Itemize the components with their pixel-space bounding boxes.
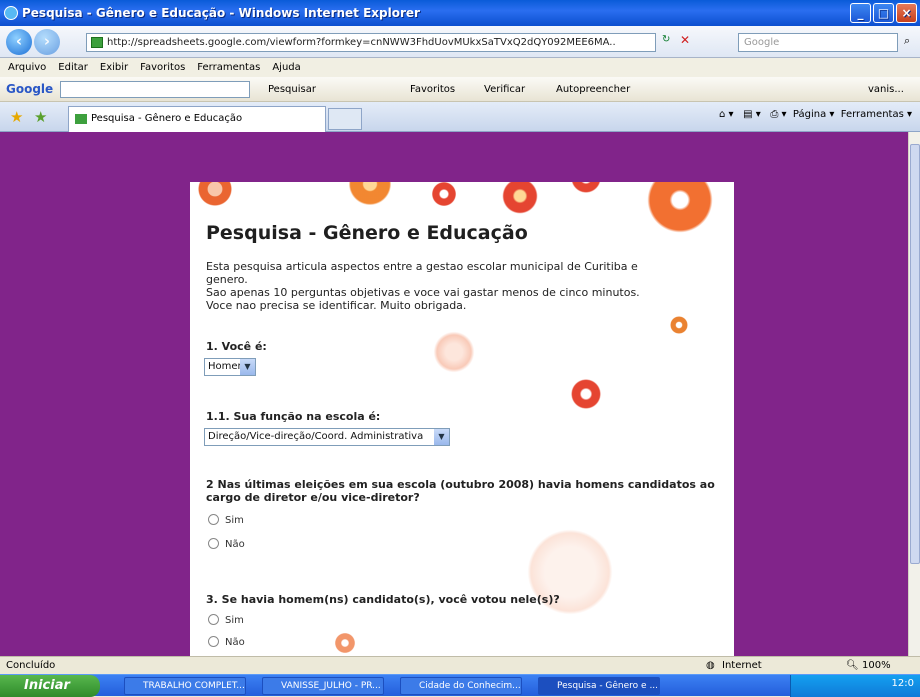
- ie-icon: [4, 6, 18, 20]
- command-bar: ⌂ ▾ ▤ ▾ ⎙ ▾ Página ▾ Ferramentas ▾: [719, 109, 912, 120]
- chevron-down-icon: ▼: [240, 359, 255, 375]
- menu-editar[interactable]: Editar: [58, 62, 88, 73]
- tools-menu[interactable]: Ferramentas: [841, 109, 904, 120]
- refresh-icon[interactable]: ↻: [662, 34, 670, 45]
- spreadsheet-favicon: [75, 114, 87, 124]
- globe-icon: ◍: [706, 660, 715, 671]
- page-icon: [91, 37, 103, 48]
- minimize-button[interactable]: _: [850, 3, 871, 23]
- feeds-icon[interactable]: ▤ ▾: [743, 109, 761, 120]
- decor-flower: [510, 512, 630, 632]
- taskbar-item[interactable]: Cidade do Conhecim...: [400, 677, 522, 695]
- forward-button[interactable]: ›: [34, 29, 60, 55]
- back-button[interactable]: ‹: [6, 29, 32, 55]
- menu-ferramentas[interactable]: Ferramentas: [197, 62, 260, 73]
- page-menu[interactable]: Página: [793, 109, 826, 120]
- question-2-option-sim[interactable]: Sim: [208, 514, 244, 528]
- decor-flower: [666, 312, 692, 338]
- menu-exibir[interactable]: Exibir: [100, 62, 128, 73]
- menu-favoritos[interactable]: Favoritos: [140, 62, 185, 73]
- form-title: Pesquisa - Gênero e Educação: [206, 222, 528, 244]
- stop-icon[interactable]: ✕: [680, 33, 690, 47]
- google-account-button[interactable]: vanis...: [868, 77, 904, 102]
- form-description: Esta pesquisa articula aspectos entre a …: [206, 260, 640, 312]
- taskbar-item[interactable]: TRABALHO COMPLET...: [124, 677, 246, 695]
- google-logo: Google: [6, 82, 54, 96]
- start-button[interactable]: Iniciar: [0, 675, 100, 697]
- menu-arquivo[interactable]: Arquivo: [8, 62, 46, 73]
- window-title: Pesquisa - Gênero e Educação - Windows I…: [22, 6, 420, 20]
- favorites-star-icon[interactable]: ★: [10, 108, 23, 126]
- decor-flower: [494, 182, 546, 222]
- question-2-option-nao[interactable]: Não: [208, 538, 245, 552]
- decor-flower: [190, 182, 240, 214]
- decor-flower: [426, 182, 462, 212]
- google-autofill-button[interactable]: Autopreencher: [556, 77, 630, 102]
- decor-flower: [340, 182, 400, 214]
- menu-bar: Arquivo Editar Exibir Favoritos Ferramentas A…: [0, 58, 920, 77]
- window-title-bar: Pesquisa - Gênero e Educação - Windows I…: [0, 0, 920, 26]
- url-field[interactable]: http://spreadsheets.google.com/viewform?…: [86, 33, 656, 52]
- zoom-level[interactable]: 100%: [862, 657, 891, 674]
- decor-flower: [330, 628, 360, 656]
- home-icon[interactable]: ⌂ ▾: [719, 109, 734, 120]
- page-viewport: Pesquisa - Gênero e Educação Esta pesqui…: [0, 132, 908, 656]
- system-tray: 12:0: [790, 675, 920, 697]
- google-favorites-button[interactable]: Favoritos: [410, 77, 455, 102]
- status-text: Concluído: [6, 660, 56, 671]
- add-favorite-icon[interactable]: ★: [34, 108, 47, 126]
- scrollbar-thumb[interactable]: [910, 144, 920, 564]
- question-1-label: 1. Você é:: [206, 340, 267, 353]
- status-bar: Concluído ◍ Internet 🔍︎ 100%: [0, 656, 920, 674]
- question-3-option-nao[interactable]: Não: [208, 636, 245, 650]
- menu-ajuda[interactable]: Ajuda: [272, 62, 300, 73]
- radio-button[interactable]: [208, 614, 219, 625]
- chevron-down-icon: ▼: [434, 429, 449, 445]
- question-1-1-label: 1.1. Sua função na escola é:: [206, 410, 381, 423]
- question-2-label: 2 Nas últimas eleições em sua escola (ou…: [206, 478, 715, 504]
- clock: 12:0: [891, 678, 914, 689]
- radio-button[interactable]: [208, 538, 219, 549]
- radio-button[interactable]: [208, 514, 219, 525]
- taskbar-item[interactable]: VANISSE_JULHO - PR...: [262, 677, 384, 695]
- vertical-scrollbar[interactable]: [908, 132, 920, 656]
- search-icon[interactable]: ⌕: [904, 34, 910, 48]
- tab-bar: ★ ★ Pesquisa - Gênero e Educação ⌂ ▾ ▤ ▾…: [0, 102, 920, 132]
- question-1-select[interactable]: Homem ▼: [204, 358, 256, 376]
- close-button[interactable]: ×: [896, 3, 917, 23]
- form-card: Pesquisa - Gênero e Educação Esta pesqui…: [190, 182, 734, 656]
- decor-flower: [634, 182, 726, 246]
- search-input[interactable]: Google: [738, 33, 898, 52]
- tab-pesquisa[interactable]: Pesquisa - Gênero e Educação: [68, 106, 326, 132]
- google-verify-button[interactable]: Verificar: [484, 77, 525, 102]
- address-bar: ‹ › http://spreadsheets.google.com/viewf…: [0, 26, 920, 58]
- question-3-label: 3. Se havia homem(ns) candidato(s), você…: [206, 593, 560, 606]
- google-toolbar: Google Pesquisar Favoritos Verificar Aut…: [0, 77, 920, 102]
- question-3-option-sim[interactable]: Sim: [208, 614, 244, 628]
- taskbar-item-active[interactable]: Pesquisa - Gênero e ...: [538, 677, 660, 695]
- zoom-icon: 🔍︎: [846, 660, 859, 671]
- print-icon[interactable]: ⎙ ▾: [770, 109, 786, 120]
- zone-text: Internet: [722, 660, 762, 671]
- taskbar: Iniciar TRABALHO COMPLET... VANISSE_JULH…: [0, 674, 920, 697]
- question-1-1-select[interactable]: Direção/Vice-direção/Coord. Administrati…: [204, 428, 450, 446]
- maximize-button[interactable]: □: [873, 3, 894, 23]
- decor-flower: [564, 182, 608, 200]
- google-search-input[interactable]: [60, 81, 250, 98]
- new-tab-button[interactable]: [328, 108, 362, 130]
- google-search-button[interactable]: Pesquisar: [268, 77, 316, 102]
- radio-button[interactable]: [208, 636, 219, 647]
